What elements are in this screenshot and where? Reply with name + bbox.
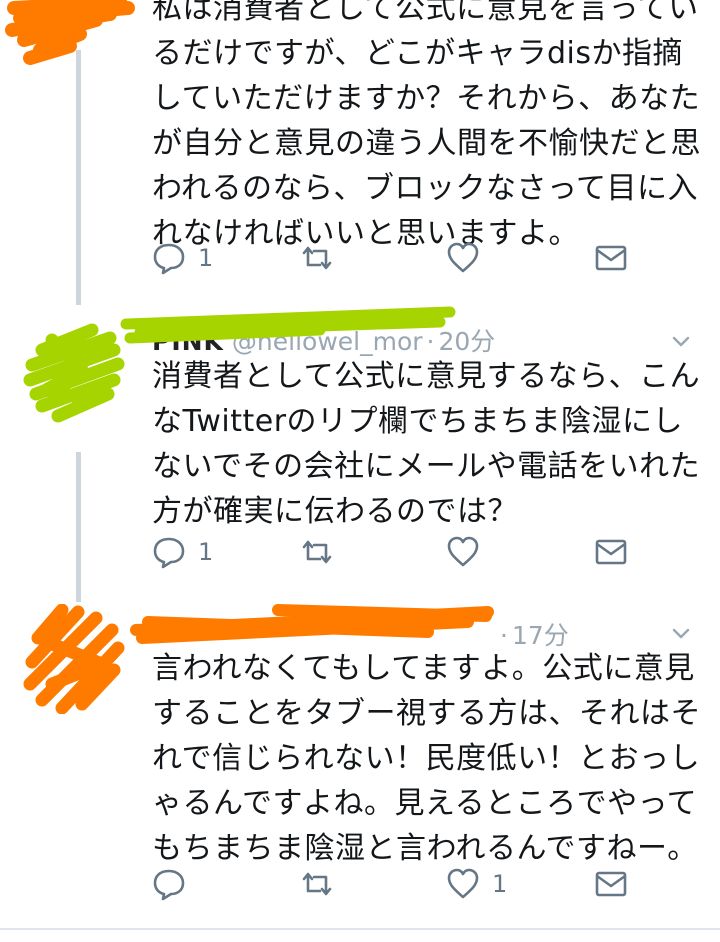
- redaction-scribble-avatar-3: [23, 603, 125, 715]
- direct-message-button[interactable]: [594, 864, 628, 904]
- like-icon: [447, 536, 479, 567]
- chevron-down-icon[interactable]: [670, 622, 692, 644]
- reply-count: 1: [198, 244, 214, 272]
- divider: [0, 928, 720, 930]
- retweet-button[interactable]: [300, 238, 334, 278]
- like-icon: [447, 868, 479, 899]
- redaction-scribble-avatar-2: [23, 323, 125, 423]
- like-button[interactable]: 1: [446, 864, 507, 904]
- reply-icon: [153, 869, 185, 901]
- message-icon: [595, 245, 627, 271]
- like-count: 1: [492, 870, 508, 898]
- reply-count: 1: [198, 538, 214, 566]
- tweet-actions: 1: [152, 864, 642, 904]
- avatar[interactable]: [22, 320, 126, 424]
- tweet-1[interactable]: 私は消費者として公式に意見を言っているだけですが、どこがキャラdisか指摘してい…: [0, 0, 720, 300]
- meta-separator: ·: [426, 327, 435, 356]
- tweet-text: 私は消費者として公式に意見を言っているだけですが、どこがキャラdisか指摘してい…: [152, 0, 701, 251]
- reply-icon: [153, 537, 185, 569]
- reply-button[interactable]: 1: [152, 238, 213, 278]
- user-handle[interactable]: @hellowel_mor: [232, 327, 423, 356]
- retweet-button[interactable]: [300, 864, 334, 904]
- tweet-3[interactable]: · 17分 言われなくてもしてますよ。公式に意見することをタブー視する方は、それは…: [0, 598, 720, 928]
- message-icon: [595, 871, 627, 897]
- timestamp[interactable]: 20分: [439, 327, 496, 356]
- display-name[interactable]: PINK: [152, 327, 224, 356]
- reply-icon: [153, 243, 185, 275]
- tweet-actions: 1: [152, 532, 642, 572]
- message-icon: [595, 539, 627, 565]
- reply-button[interactable]: [152, 864, 198, 904]
- tweet-actions: 1: [152, 238, 642, 278]
- redaction-scribble-avatar-1: [5, 0, 135, 65]
- tweet-text: 消費者として公式に意見するなら、こんなTwitterのリプ欄でちまちま陰湿にしな…: [152, 359, 701, 529]
- tweet-2[interactable]: PINK @hellowel_mor · 20分 消費者として公式に意見するなら、こん…: [0, 300, 720, 592]
- avatar[interactable]: [22, 603, 126, 715]
- like-icon: [447, 242, 479, 273]
- retweet-icon: [302, 540, 332, 564]
- direct-message-button[interactable]: [594, 238, 628, 278]
- direct-message-button[interactable]: [594, 532, 628, 572]
- like-button[interactable]: [446, 532, 492, 572]
- retweet-icon: [302, 246, 332, 270]
- like-button[interactable]: [446, 238, 492, 278]
- chevron-down-icon[interactable]: [670, 330, 692, 352]
- retweet-button[interactable]: [300, 532, 334, 572]
- tweet-text: 言われなくてもしてますよ。公式に意見することをタブー視する方は、それはそれで信じ…: [152, 651, 701, 866]
- reply-button[interactable]: 1: [152, 532, 213, 572]
- retweet-icon: [302, 872, 332, 896]
